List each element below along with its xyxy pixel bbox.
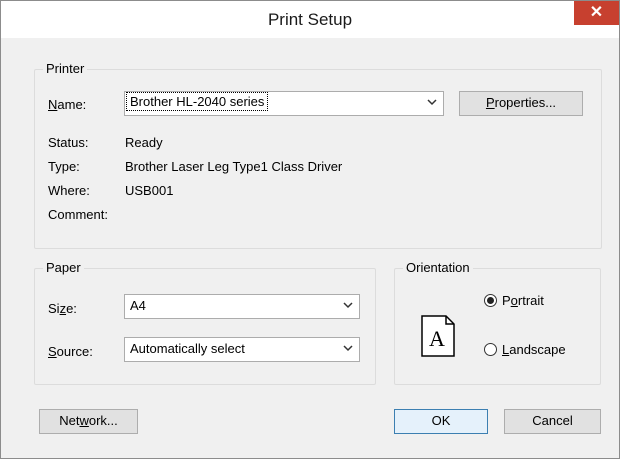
chevron-down-icon xyxy=(343,302,353,309)
paper-group: Paper xyxy=(34,260,376,385)
paper-source-dropdown[interactable]: Automatically select xyxy=(124,337,360,362)
name-label: Name: xyxy=(48,97,87,112)
close-button[interactable]: ✕ xyxy=(574,1,619,25)
landscape-label[interactable]: Landscape xyxy=(502,342,566,357)
print-setup-dialog: Print Setup ✕ Printer Name: Brother HL-2… xyxy=(0,0,620,459)
paper-group-label: Paper xyxy=(43,260,84,275)
paper-source-value: Automatically select xyxy=(130,341,245,356)
printer-name-value: Brother HL-2040 series xyxy=(125,92,269,111)
printer-name-dropdown[interactable]: Brother HL-2040 series xyxy=(124,91,444,116)
title-bar[interactable]: Print Setup ✕ xyxy=(1,1,619,38)
orientation-group-label: Orientation xyxy=(403,260,473,275)
portrait-label[interactable]: Portrait xyxy=(502,293,544,308)
status-value: Ready xyxy=(125,135,163,150)
close-icon: ✕ xyxy=(589,4,604,21)
chevron-down-icon xyxy=(343,345,353,352)
dialog-title: Print Setup xyxy=(267,10,353,29)
portrait-page-icon: A xyxy=(421,315,455,357)
chevron-down-icon xyxy=(427,99,437,106)
svg-text:A: A xyxy=(429,326,445,351)
radio-selected-dot xyxy=(487,297,494,304)
type-value: Brother Laser Leg Type1 Class Driver xyxy=(125,159,343,174)
status-label: Status: xyxy=(48,135,89,150)
printer-group-label: Printer xyxy=(43,61,88,76)
where-value: USB001 xyxy=(125,183,174,198)
paper-size-value: A4 xyxy=(130,298,146,313)
landscape-radio[interactable] xyxy=(484,343,497,356)
properties-button[interactable]: Properties... xyxy=(459,91,583,116)
cancel-button[interactable]: Cancel xyxy=(504,409,601,434)
comment-label: Comment: xyxy=(48,207,108,222)
size-label: Size: xyxy=(48,301,77,316)
portrait-radio[interactable] xyxy=(484,294,497,307)
paper-size-dropdown[interactable]: A4 xyxy=(124,294,360,319)
type-label: Type: xyxy=(48,159,80,174)
where-label: Where: xyxy=(48,183,90,198)
ok-button[interactable]: OK xyxy=(394,409,488,434)
source-label: Source: xyxy=(48,344,93,359)
network-button[interactable]: Network... xyxy=(39,409,138,434)
